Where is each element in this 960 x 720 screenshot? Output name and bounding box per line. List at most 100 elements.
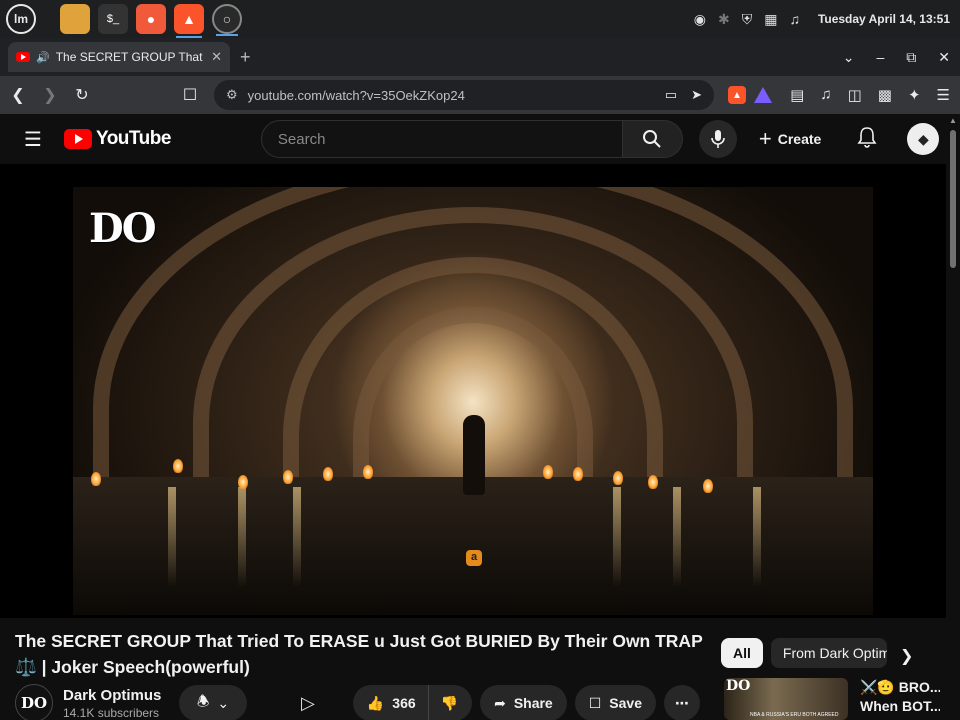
obs-icon[interactable]: ○	[212, 4, 242, 36]
voice-search-button[interactable]	[698, 120, 737, 158]
url-text[interactable]: youtube.com/watch?v=35OekZKop24	[248, 88, 465, 103]
guide-menu-icon[interactable]: ☰	[24, 127, 42, 152]
close-window-button[interactable]: ✕	[938, 49, 950, 66]
search-button[interactable]	[622, 120, 683, 158]
bluetooth-icon[interactable]: ✱	[718, 11, 730, 28]
related-filter-chips: All From Dark Optim	[721, 638, 887, 668]
window-controls: ⌄ – ⧉ ✕	[843, 38, 950, 76]
record-indicator-icon[interactable]: ◉	[694, 11, 706, 28]
files-icon[interactable]	[60, 4, 90, 34]
like-count: 366	[392, 695, 416, 711]
browser-menu-icon[interactable]: ☰	[937, 86, 950, 104]
forward-button[interactable]: ❯	[36, 85, 64, 105]
candle-flame	[573, 467, 583, 481]
video-title: The SECRET GROUP That Tried To ERASE u J…	[15, 631, 703, 677]
bookmark-icon: ☐	[588, 694, 602, 711]
media-controls-icon[interactable]: ♫	[820, 86, 831, 104]
chip-from-channel[interactable]: From Dark Optim	[770, 638, 887, 668]
brave-rewards-icon[interactable]	[754, 87, 772, 103]
recommended-video[interactable]: DO NBA & RUSSIA'S ERU BOTH AGREED ⚔️🫡 BR…	[724, 678, 940, 720]
search-input[interactable]: Search	[260, 120, 623, 158]
chevron-right-icon[interactable]: ❯	[900, 646, 913, 666]
minimize-button[interactable]: –	[876, 49, 884, 65]
site-settings-icon[interactable]: ⚙	[226, 87, 238, 103]
share-icon: ➦	[494, 694, 506, 711]
maximize-button[interactable]: ⧉	[906, 49, 916, 66]
channel-watermark[interactable]: DO	[89, 205, 157, 252]
sidebar-toggle-icon[interactable]: ◫	[848, 86, 862, 104]
candle-flame	[173, 459, 183, 473]
light-reflection	[613, 487, 621, 587]
notifications-button[interactable]	[857, 126, 877, 153]
light-reflection	[753, 487, 761, 587]
like-button[interactable]: 👍 366	[352, 685, 429, 720]
light-reflection	[238, 487, 246, 587]
candle-flame	[323, 467, 333, 481]
candle-flame	[648, 475, 658, 489]
subscribed-notifications-button[interactable]: 🕭 ⌄	[179, 685, 247, 720]
candle-flame	[613, 471, 623, 485]
send-icon[interactable]: ➤	[691, 87, 702, 103]
scroll-up-icon[interactable]: ▲	[949, 116, 957, 125]
bookmark-icon[interactable]: ☐	[176, 85, 204, 105]
youtube-favicon-icon	[16, 52, 30, 62]
leo-ai-icon[interactable]: ✦	[908, 86, 921, 104]
create-button[interactable]: + Create	[759, 126, 821, 152]
toolbar-actions: ▤ ♫ ◫ ▩ ✦ ☰	[790, 86, 950, 104]
brave-icon[interactable]: ▲	[174, 4, 204, 38]
video-player[interactable]: DO a	[0, 164, 946, 618]
light-reflection	[168, 487, 176, 587]
scroll-thumb[interactable]	[950, 130, 956, 268]
share-button[interactable]: ➦ Share	[480, 685, 567, 720]
more-actions-button[interactable]: ⋯	[664, 685, 700, 720]
walking-figure	[463, 415, 485, 495]
address-bar[interactable]: ⚙ youtube.com/watch?v=35OekZKop24 ▭ ➤	[214, 80, 714, 110]
brave-shields-icon[interactable]: ▲	[728, 86, 746, 104]
youtube-logo[interactable]: YouTube	[63, 128, 171, 150]
subscriber-count: 14.1K subscribers	[63, 705, 160, 720]
extensions-icon[interactable]: ▤	[790, 86, 804, 104]
dislike-button[interactable]: 👎	[428, 685, 473, 720]
clock[interactable]: Tuesday April 14, 13:51	[818, 12, 950, 26]
mouse-pointer-icon: ▷	[301, 692, 315, 713]
plus-icon: +	[758, 126, 772, 151]
close-tab-icon[interactable]: ✕	[211, 49, 222, 65]
firefox-icon[interactable]: ●	[136, 4, 166, 34]
like-dislike-group: 👍 366 👎	[352, 685, 473, 720]
terminal-icon[interactable]: $_	[98, 4, 128, 34]
chip-all[interactable]: All	[721, 638, 763, 668]
new-tab-button[interactable]: +	[240, 47, 251, 68]
sound-icon[interactable]: ♫	[789, 11, 800, 27]
back-button[interactable]: ❮	[4, 85, 32, 105]
light-reflection	[293, 487, 301, 587]
video-actions-row: DO Dark Optimus 14.1K subscribers 🕭 ⌄ ▷ …	[15, 684, 715, 720]
save-button[interactable]: ☐ Save	[574, 685, 656, 720]
thumbs-down-icon: 👎	[440, 694, 459, 711]
recommended-thumbnail[interactable]: DO NBA & RUSSIA'S ERU BOTH AGREED	[724, 678, 848, 720]
recommended-title-line2: When BOT...	[860, 698, 940, 714]
channel-info: Dark Optimus 14.1K subscribers	[63, 687, 173, 720]
microphone-icon	[711, 130, 725, 148]
browser-tab-active[interactable]: 🔊 The SECRET GROUP That T ✕	[8, 42, 230, 72]
bell-icon: 🕭	[196, 693, 210, 709]
candle-flame	[283, 470, 293, 484]
os-taskbar: lm $_ ● ▲ ○ ◉ ✱ ⛨ ▦ ♫ Tuesday April 14, …	[0, 0, 960, 38]
channel-avatar[interactable]: DO	[15, 684, 53, 720]
thumbnail-caption: NBA & RUSSIA'S ERU BOTH AGREED	[750, 712, 839, 718]
reload-button[interactable]: ↻	[68, 85, 96, 105]
network-icon[interactable]: ▦	[764, 11, 777, 28]
tab-search-icon[interactable]: ⌄	[843, 49, 855, 66]
account-avatar[interactable]: ◆	[907, 123, 940, 155]
mint-menu-icon[interactable]: lm	[6, 4, 36, 34]
channel-name[interactable]: Dark Optimus	[63, 687, 173, 704]
audio-playing-icon[interactable]: 🔊	[36, 51, 50, 64]
candle-flame	[703, 479, 713, 493]
system-tray: ◉ ✱ ⛨ ▦ ♫ Tuesday April 14, 13:51	[694, 0, 950, 38]
shield-icon[interactable]: ⛨	[742, 11, 753, 28]
page-scrollbar[interactable]: ▲	[946, 114, 960, 720]
wallet-icon[interactable]: ▩	[878, 86, 892, 104]
recommended-title[interactable]: ⚔️🫡 BRO... When BOT...	[860, 678, 940, 720]
youtube-header: ☰ YouTube Search + Create ◆	[0, 114, 946, 164]
cursor-badge-icon: a	[466, 550, 482, 566]
cast-icon[interactable]: ▭	[665, 87, 677, 103]
